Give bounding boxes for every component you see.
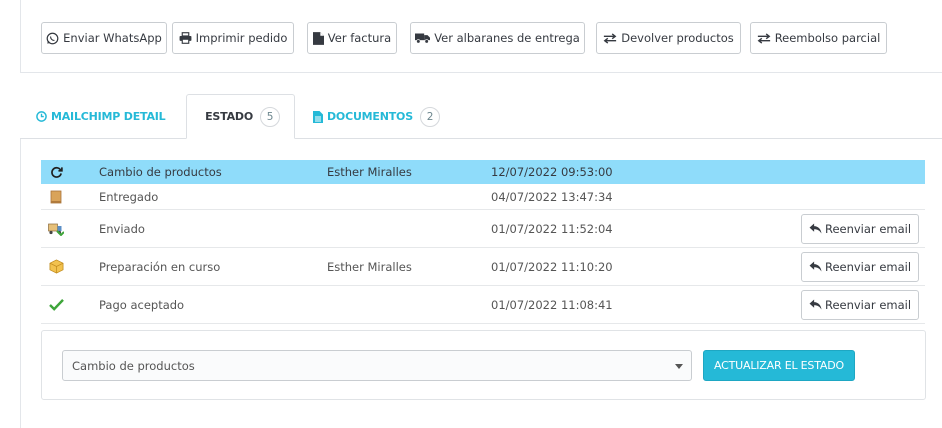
delivery-truck-icon [48,221,64,237]
resend-email-label: Reenviar email [824,297,912,312]
exchange-icon [757,32,771,44]
resend-email-button[interactable]: Reenviar email [801,289,919,320]
file-icon [312,31,324,45]
print-order-label: Imprimir pedido [195,31,288,45]
print-order-button[interactable]: Imprimir pedido [172,22,294,54]
box-icon [48,189,64,205]
tab-mailchimp-label: MAILCHIMP DETAIL [51,110,166,123]
history-status: Pago aceptado [99,297,185,312]
history-date: 12/07/2022 09:53:00 [491,165,613,179]
order-state-select[interactable]: Cambio de productos [62,350,692,381]
partial-refund-button[interactable]: Reembolso parcial [750,22,887,54]
return-products-label: Devolver productos [621,31,734,45]
update-state-button[interactable]: ACTUALIZAR EL ESTADO [703,350,855,381]
clock-icon [36,111,47,122]
order-state-selected: Cambio de productos [72,358,195,373]
reply-icon [809,223,822,234]
history-row: Pago aceptado 01/07/2022 11:08:41 Reenvi… [41,286,925,324]
update-state-form: Cambio de productos ACTUALIZAR EL ESTADO [41,330,926,400]
return-products-button[interactable]: Devolver productos [596,22,741,54]
tab-documentos[interactable]: DOCUMENTOS 2 [313,94,440,139]
view-delivery-slips-button[interactable]: Ver albaranes de entrega [410,22,585,54]
history-status: Cambio de productos [99,165,222,179]
history-date: 01/07/2022 11:10:20 [491,259,613,274]
resend-email-button[interactable]: Reenviar email [801,213,919,244]
history-row: Enviado 01/07/2022 11:52:04 Reenviar ema… [41,210,925,248]
refresh-icon [48,164,64,180]
tab-estado-label: ESTADO [205,110,253,123]
tab-documentos-label: DOCUMENTOS [327,110,413,123]
history-status: Entregado [99,189,159,204]
package-icon [48,259,64,275]
history-employee: Esther Miralles [327,259,412,274]
history-row: Preparación en curso Esther Miralles 01/… [41,248,925,286]
truck-icon [415,33,431,44]
reply-icon [809,261,822,272]
resend-email-label: Reenviar email [824,221,912,236]
history-status: Enviado [99,221,145,236]
tab-mailchimp-detail[interactable]: MAILCHIMP DETAIL [36,94,166,139]
history-date: 04/07/2022 13:47:34 [491,189,613,204]
tab-estado-count: 5 [260,106,280,127]
tab-estado[interactable]: ESTADO 5 [186,94,295,139]
view-invoice-button[interactable]: Ver factura [307,22,397,54]
history-date: 01/07/2022 11:52:04 [491,221,613,236]
reply-icon [809,299,822,310]
history-date: 01/07/2022 11:08:41 [491,297,613,312]
whatsapp-button[interactable]: Enviar WhatsApp [41,22,167,54]
exchange-icon [603,32,617,44]
document-icon [313,110,323,123]
history-employee: Esther Miralles [327,165,412,179]
whatsapp-icon [46,32,59,44]
print-icon [179,32,192,44]
resend-email-label: Reenviar email [824,259,912,274]
chevron-down-icon [675,364,683,369]
order-actions-toolbar: Enviar WhatsApp Imprimir pedido Ver fact… [20,0,942,73]
view-delivery-slips-label: Ver albaranes de entrega [434,31,580,45]
history-row: Entregado 04/07/2022 13:47:34 [41,184,925,210]
tab-documentos-count: 2 [419,106,440,127]
history-row: Cambio de productos Esther Miralles 12/0… [41,160,925,184]
whatsapp-button-label: Enviar WhatsApp [63,31,162,45]
partial-refund-label: Reembolso parcial [774,31,881,45]
check-icon [48,297,64,313]
resend-email-button[interactable]: Reenviar email [801,251,919,282]
view-invoice-label: Ver factura [327,31,392,45]
history-status: Preparación en curso [99,259,221,274]
